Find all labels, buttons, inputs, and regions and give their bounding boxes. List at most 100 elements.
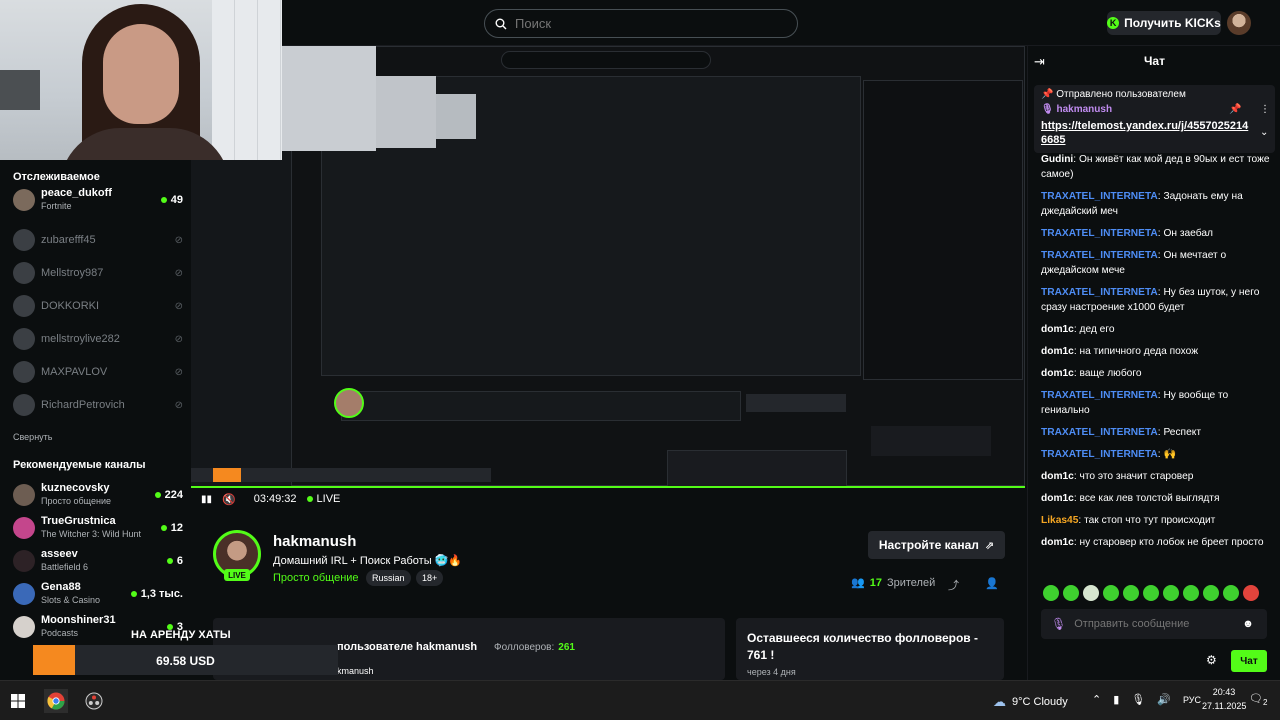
external-link-icon: ⇗ [984, 539, 995, 552]
sidebar-item-following[interactable]: mellstroylive282 ⊘ [13, 324, 183, 354]
nested-setup-button [746, 394, 846, 412]
goal-card: Оставшееся количество фолловеров - 761 !… [736, 618, 1004, 680]
nested-goal [667, 450, 847, 488]
nested-webcam-3 [436, 94, 476, 139]
collapse-link[interactable]: Свернуть [13, 432, 52, 442]
chat-username[interactable]: TRAXATEL_INTERNETA [1041, 427, 1158, 438]
follow-user-icon[interactable]: 👤 [985, 577, 999, 590]
chat-username[interactable]: dom1c [1041, 324, 1074, 335]
chevron-up-icon[interactable]: ⌃ [1092, 693, 1101, 706]
user-avatar[interactable] [1227, 11, 1251, 35]
sidebar-item-recommended[interactable]: TrueGrustnica The Witcher 3: Wild Hunt 12 [13, 513, 183, 543]
chat-text: ваще любого [1079, 368, 1142, 379]
tag-age[interactable]: 18+ [416, 570, 444, 586]
chat-message: dom1c: что это значит старовер [1041, 469, 1275, 484]
channel-category: Battlefield 6 [41, 562, 89, 572]
users-icon: 👥 [851, 577, 865, 589]
volume-icon[interactable]: 🔇 [222, 493, 236, 506]
weather-widget[interactable]: ☁ 9°C Cloudy [993, 694, 1068, 710]
video-player[interactable] [191, 46, 1025, 510]
notification-count: 2 [1262, 698, 1268, 708]
live-dot [160, 525, 167, 531]
chat-input[interactable] [1074, 618, 1235, 630]
chat-username[interactable]: dom1c [1041, 346, 1074, 357]
emote-icon[interactable] [1063, 585, 1079, 601]
channel-name: Mellstroy987 [41, 266, 104, 279]
search-input[interactable] [515, 16, 765, 31]
pinned-header-text: Отправлено пользователем [1056, 89, 1186, 100]
emote-icon[interactable] [1243, 585, 1259, 601]
emote-icon[interactable] [1123, 585, 1139, 601]
chat-input-box[interactable]: 🎙 ☻ [1041, 609, 1267, 639]
sidebar-item-recommended[interactable]: kuznecovsky Просто общение 224 [13, 480, 183, 510]
clock-date: 27.11.2025 [1202, 701, 1247, 711]
chat-username[interactable]: dom1c [1041, 537, 1074, 548]
avatar [13, 484, 35, 506]
sidebar-item-following[interactable]: RichardPetrovich ⊘ [13, 390, 183, 420]
emote-icon[interactable] [1083, 585, 1099, 601]
chat-username[interactable]: dom1c [1041, 471, 1074, 482]
chat-message: dom1c: дед его [1041, 322, 1275, 337]
stream-category[interactable]: Просто общение [273, 572, 359, 584]
chat-username[interactable]: dom1c [1041, 493, 1074, 504]
chat-username[interactable]: TRAXATEL_INTERNETA [1041, 287, 1158, 298]
live-indicator: LIVE [306, 493, 340, 505]
send-chat-button[interactable]: Чат [1231, 650, 1267, 672]
chevron-down-icon[interactable]: ⌄ [1260, 127, 1268, 138]
clock[interactable]: 20:43 27.11.2025 [1202, 685, 1246, 713]
emote-icon[interactable] [1223, 585, 1239, 601]
emote-icon[interactable] [1203, 585, 1219, 601]
emote-icon[interactable] [1103, 585, 1119, 601]
sidebar-item-following[interactable]: peace_dukoff Fortnite 49 [13, 185, 183, 215]
chat-username[interactable]: dom1c [1041, 368, 1074, 379]
sidebar-item-recommended[interactable]: Gena88 Slots & Casino 1,3 тыс. [13, 579, 183, 609]
pause-icon[interactable]: ▮▮ [201, 494, 212, 505]
kicks-icon: K [1107, 17, 1120, 29]
obs-icon[interactable] [82, 689, 106, 713]
more-icon[interactable]: ⋮ [1260, 104, 1270, 115]
usb-icon[interactable]: ▮ [1113, 693, 1119, 706]
sidebar-item-recommended[interactable]: asseev Battlefield 6 6 [13, 546, 183, 576]
volume-icon[interactable]: 🔊 [1157, 693, 1171, 706]
share-icon[interactable]: ⤴ [948, 577, 959, 593]
chat-title: Чат [1144, 54, 1165, 68]
channel-category: The Witcher 3: Wild Hunt [41, 529, 142, 539]
about-sub: kmanush [337, 666, 374, 676]
get-kicks-button[interactable]: K Получить KICKs [1107, 11, 1221, 35]
pin-icon[interactable]: 📌 [1229, 104, 1241, 115]
emote-icon[interactable] [1143, 585, 1159, 601]
chat-username[interactable]: TRAXATEL_INTERNETA [1041, 191, 1158, 202]
chat-username[interactable]: TRAXATEL_INTERNETA [1041, 250, 1158, 261]
nested-webcam [281, 46, 376, 151]
sidebar-item-following[interactable]: zubarefff45 ⊘ [13, 225, 183, 255]
tag-language[interactable]: Russian [366, 570, 411, 586]
windows-start-icon[interactable] [6, 689, 30, 713]
chat-username[interactable]: TRAXATEL_INTERNETA [1041, 228, 1158, 239]
viewer-count: 6 [176, 555, 183, 567]
chat-username[interactable]: Likas45 [1041, 515, 1078, 526]
pinned-link[interactable]: https://telemost.yandex.ru/j/45570252146… [1041, 119, 1251, 147]
sidebar-item-following[interactable]: Mellstroy987 ⊘ [13, 258, 183, 288]
setup-channel-button[interactable]: Настройте канал ⇗ [868, 531, 1005, 559]
emoji-icon[interactable]: ☻ [1242, 618, 1254, 630]
emote-icon[interactable] [1163, 585, 1179, 601]
search-box[interactable] [484, 9, 798, 38]
sidebar-item-following[interactable]: MAXPAVLOV ⊘ [13, 357, 183, 387]
viewers-number: 17 [869, 576, 882, 589]
channel-name[interactable]: hakmanush [273, 533, 356, 550]
pinned-user[interactable]: 🎙 hakmanush [1041, 104, 1112, 115]
gear-icon[interactable]: ⚙ [1206, 653, 1217, 667]
language-indicator[interactable]: РУС [1183, 695, 1201, 705]
chat-username[interactable]: TRAXATEL_INTERNETA [1041, 390, 1158, 401]
chat-username[interactable]: Gudini [1041, 154, 1073, 165]
emote-icon[interactable] [1043, 585, 1059, 601]
emote-icon[interactable] [1183, 585, 1199, 601]
mic-icon[interactable]: 🎙 [1131, 693, 1145, 706]
following-title: Отслеживаемое [13, 171, 100, 183]
nested-webcam-2 [376, 76, 436, 148]
notifications-icon[interactable]: 🗨2 [1249, 692, 1267, 707]
sidebar-item-following[interactable]: DOKKORKI ⊘ [13, 291, 183, 321]
chrome-icon[interactable] [44, 689, 68, 713]
chat-username[interactable]: TRAXATEL_INTERNETA [1041, 449, 1158, 460]
stream-time: 03:49:32 [253, 493, 297, 505]
